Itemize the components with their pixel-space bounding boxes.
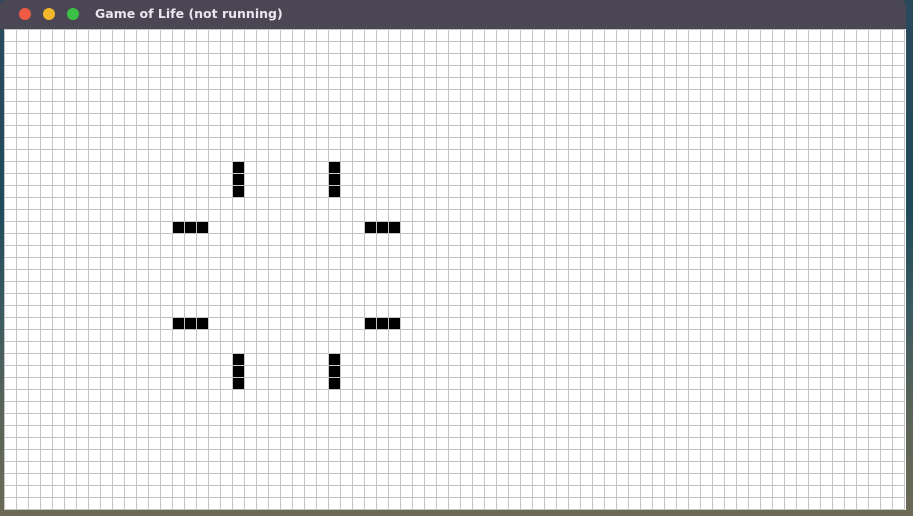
alive-cell[interactable] [184, 317, 197, 330]
app-window: Game of Life (not running) [0, 0, 906, 510]
minimize-button[interactable] [43, 8, 55, 20]
alive-cell[interactable] [328, 185, 341, 198]
cell-grid[interactable] [4, 29, 906, 510]
close-button[interactable] [19, 8, 31, 20]
alive-cell[interactable] [232, 353, 245, 366]
alive-cell[interactable] [232, 185, 245, 198]
alive-cell[interactable] [328, 377, 341, 390]
alive-cell[interactable] [184, 221, 197, 234]
alive-cell[interactable] [232, 161, 245, 174]
alive-cell[interactable] [172, 221, 185, 234]
alive-cell[interactable] [328, 365, 341, 378]
alive-cell[interactable] [196, 221, 209, 234]
alive-cell[interactable] [364, 221, 377, 234]
alive-cell[interactable] [328, 173, 341, 186]
alive-cell[interactable] [172, 317, 185, 330]
alive-cell[interactable] [376, 221, 389, 234]
alive-cell[interactable] [376, 317, 389, 330]
grid-lines [4, 29, 905, 510]
window-title: Game of Life (not running) [95, 6, 283, 21]
alive-cell[interactable] [328, 161, 341, 174]
alive-cell[interactable] [196, 317, 209, 330]
titlebar[interactable]: Game of Life (not running) [0, 0, 906, 29]
alive-cell[interactable] [364, 317, 377, 330]
alive-cell[interactable] [232, 365, 245, 378]
alive-cell[interactable] [388, 317, 401, 330]
game-board[interactable] [4, 29, 906, 510]
alive-cell[interactable] [388, 221, 401, 234]
maximize-button[interactable] [67, 8, 79, 20]
alive-cell[interactable] [232, 173, 245, 186]
alive-cell[interactable] [328, 353, 341, 366]
alive-cell[interactable] [232, 377, 245, 390]
